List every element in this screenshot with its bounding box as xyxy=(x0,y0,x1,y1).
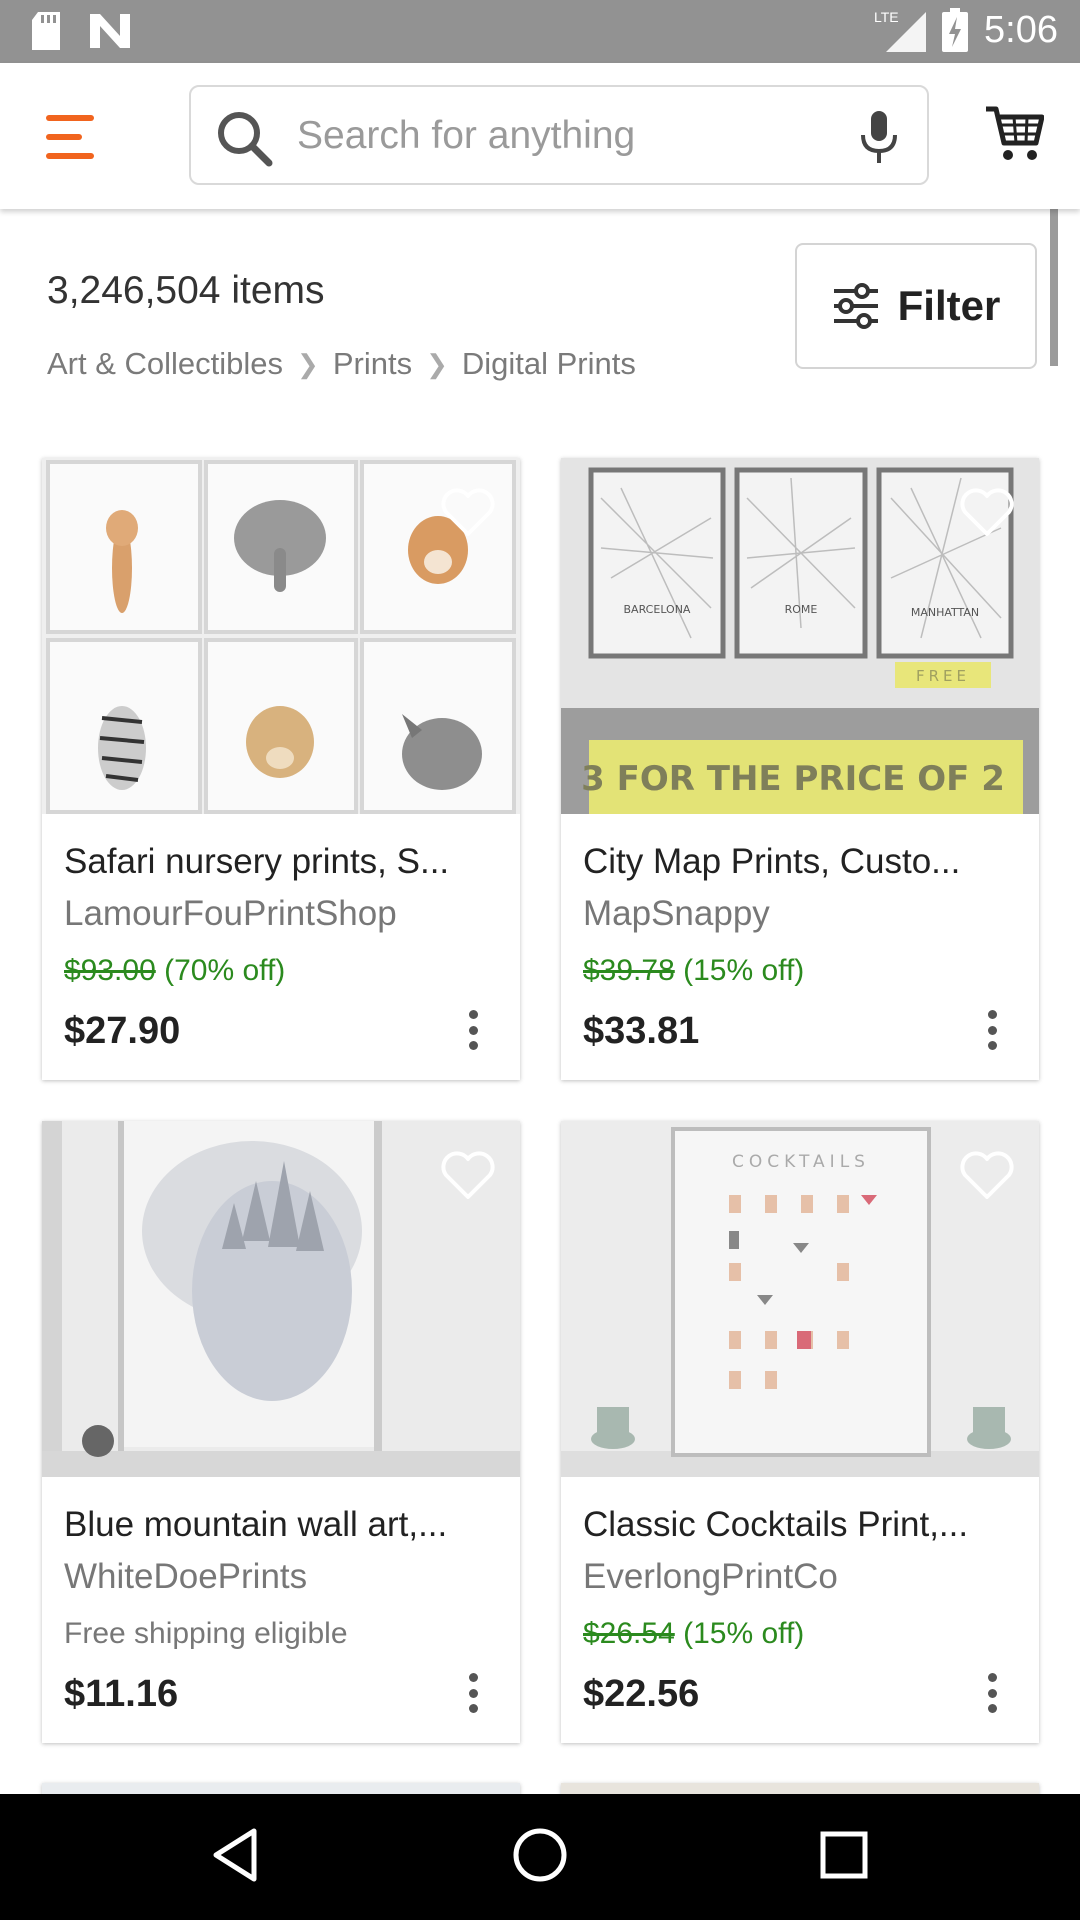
sliders-icon xyxy=(833,283,878,329)
free-tag: FREE xyxy=(916,667,970,685)
breadcrumb-item[interactable]: Prints xyxy=(333,346,412,382)
heart-icon[interactable] xyxy=(959,1151,1015,1201)
more-options-icon[interactable] xyxy=(987,1010,997,1050)
discount-percent: (15% off) xyxy=(683,1617,805,1650)
promo-banner: 3 FOR THE PRICE OF 2 xyxy=(581,759,1005,799)
status-bar: LTE 5:06 xyxy=(0,0,1080,63)
map-label: ROME xyxy=(785,603,818,616)
scrollbar[interactable] xyxy=(1050,209,1058,366)
chevron-right-icon: ❯ xyxy=(297,348,319,379)
listing-card[interactable] xyxy=(561,1783,1039,1794)
cart-icon[interactable] xyxy=(984,103,1044,163)
filter-button[interactable]: Filter xyxy=(795,243,1037,369)
home-circle-icon[interactable] xyxy=(512,1827,568,1883)
hamburger-menu-icon[interactable] xyxy=(46,115,100,159)
clock: 5:06 xyxy=(984,8,1058,51)
shop-name: LamourFouPrintShop xyxy=(64,894,397,933)
listing-card[interactable]: Safari nursery prints, S... LamourFouPri… xyxy=(42,458,520,1080)
price: $27.90 xyxy=(64,1010,181,1052)
poster-title: COCKTAILS xyxy=(732,1152,870,1172)
listing-card[interactable]: Blue mountain wall art,... WhiteDoePrint… xyxy=(42,1121,520,1743)
listing-image xyxy=(42,1783,520,1794)
discount-line: $93.00 (70% off) xyxy=(64,954,285,988)
listing-card[interactable]: COCKTAILS Classic Cocktails Print,... Ev… xyxy=(561,1121,1039,1743)
search-input[interactable] xyxy=(295,109,819,163)
listing-title: Safari nursery prints, S... xyxy=(64,842,450,881)
original-price: $39.78 xyxy=(583,954,675,987)
shop-name: MapSnappy xyxy=(583,894,770,933)
results-count: 3,246,504 items xyxy=(47,269,325,312)
n-logo-icon xyxy=(90,14,130,48)
more-options-icon[interactable] xyxy=(468,1673,478,1713)
map-label: BARCELONA xyxy=(624,603,691,616)
sd-card-icon xyxy=(32,12,60,50)
search-bar[interactable] xyxy=(189,85,929,185)
map-label: MANHATTAN xyxy=(911,606,979,619)
price: $22.56 xyxy=(583,1673,700,1715)
filter-label: Filter xyxy=(897,282,1001,329)
listing-card[interactable]: BARCELONA ROME MANHATTAN FREE 3 FOR THE … xyxy=(561,458,1039,1080)
listing-card[interactable] xyxy=(42,1783,520,1794)
breadcrumb-item[interactable]: Art & Collectibles xyxy=(47,346,283,382)
free-shipping-note: Free shipping eligible xyxy=(64,1617,348,1650)
svg-text:LTE: LTE xyxy=(874,9,899,25)
more-options-icon[interactable] xyxy=(987,1673,997,1713)
price: $33.81 xyxy=(583,1010,700,1052)
shop-name: WhiteDoePrints xyxy=(64,1557,308,1596)
search-results: 3,246,504 items Art & Collectibles ❯ Pri… xyxy=(0,209,1080,1794)
original-price: $93.00 xyxy=(64,954,156,987)
breadcrumb: Art & Collectibles ❯ Prints ❯ Digital Pr… xyxy=(47,346,636,382)
lte-signal-icon: LTE xyxy=(874,9,927,52)
discount-percent: (70% off) xyxy=(164,954,286,987)
microphone-icon[interactable] xyxy=(859,111,899,163)
search-icon xyxy=(218,112,273,167)
listing-image xyxy=(561,1783,1039,1794)
top-app-bar xyxy=(0,63,1080,209)
discount-percent: (15% off) xyxy=(683,954,805,987)
more-options-icon[interactable] xyxy=(468,1010,478,1050)
battery-charging-icon xyxy=(942,8,969,52)
listing-title: Blue mountain wall art,... xyxy=(64,1505,448,1544)
discount-line: $39.78 (15% off) xyxy=(583,954,804,988)
back-triangle-icon[interactable] xyxy=(212,1827,258,1883)
system-navigation-bar xyxy=(0,1794,1080,1920)
price: $11.16 xyxy=(64,1673,179,1715)
heart-icon[interactable] xyxy=(440,1151,496,1201)
shop-name: EverlongPrintCo xyxy=(583,1557,838,1596)
listing-title: City Map Prints, Custo... xyxy=(583,842,961,881)
heart-icon[interactable] xyxy=(959,488,1015,538)
recents-square-icon[interactable] xyxy=(820,1827,868,1883)
discount-line: $26.54 (15% off) xyxy=(583,1617,804,1651)
breadcrumb-item[interactable]: Digital Prints xyxy=(462,346,636,382)
chevron-right-icon: ❯ xyxy=(426,348,448,379)
heart-icon[interactable] xyxy=(440,488,496,538)
original-price: $26.54 xyxy=(583,1617,675,1650)
listing-title: Classic Cocktails Print,... xyxy=(583,1505,969,1544)
